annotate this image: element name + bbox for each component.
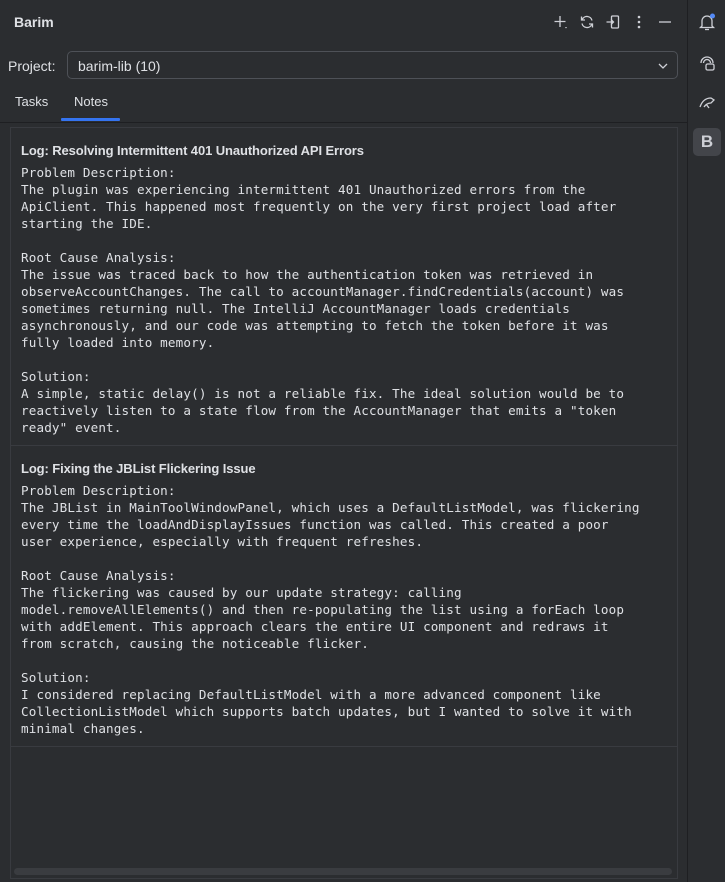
note-item[interactable]: Log: Fixing the JBList Flickering Issue …	[11, 446, 677, 747]
active-tab-indicator	[61, 118, 120, 121]
tab-tasks[interactable]: Tasks	[15, 94, 48, 109]
horizontal-scrollbar[interactable]	[14, 868, 672, 875]
tool-window-panel: Barim Project: barim-lib (10) Tasks Note…	[0, 0, 687, 882]
note-item[interactable]: Log: Resolving Intermittent 401 Unauthor…	[11, 128, 677, 446]
tabs-divider	[0, 122, 687, 123]
tab-bar: Tasks Notes	[0, 88, 687, 122]
project-label: Project:	[8, 58, 56, 74]
notes-list[interactable]: Log: Resolving Intermittent 401 Unauthor…	[10, 127, 678, 879]
right-tool-strip: B	[687, 0, 725, 882]
chevron-down-icon	[658, 63, 668, 69]
note-body: Problem Description: The JBList in MainT…	[21, 483, 640, 736]
logout-icon[interactable]	[603, 12, 623, 32]
add-icon[interactable]	[551, 12, 571, 32]
barim-plugin-icon[interactable]: B	[693, 128, 721, 156]
note-title: Log: Resolving Intermittent 401 Unauthor…	[21, 143, 364, 158]
tool-window-title: Barim	[14, 14, 54, 30]
notifications-icon[interactable]	[693, 8, 721, 36]
database-icon[interactable]	[693, 88, 721, 116]
tab-notes[interactable]: Notes	[74, 94, 108, 109]
note-body: Problem Description: The plugin was expe…	[21, 165, 625, 435]
refresh-icon[interactable]	[577, 12, 597, 32]
project-select-value: barim-lib (10)	[78, 58, 161, 74]
project-select[interactable]: barim-lib (10)	[67, 51, 678, 79]
note-title: Log: Fixing the JBList Flickering Issue	[21, 461, 256, 476]
tool-window-header: Barim	[0, 0, 687, 44]
barim-plugin-letter: B	[700, 132, 714, 151]
ai-assistant-icon[interactable]	[693, 49, 721, 77]
more-vertical-icon[interactable]	[629, 12, 649, 32]
minimize-icon[interactable]	[655, 12, 675, 32]
